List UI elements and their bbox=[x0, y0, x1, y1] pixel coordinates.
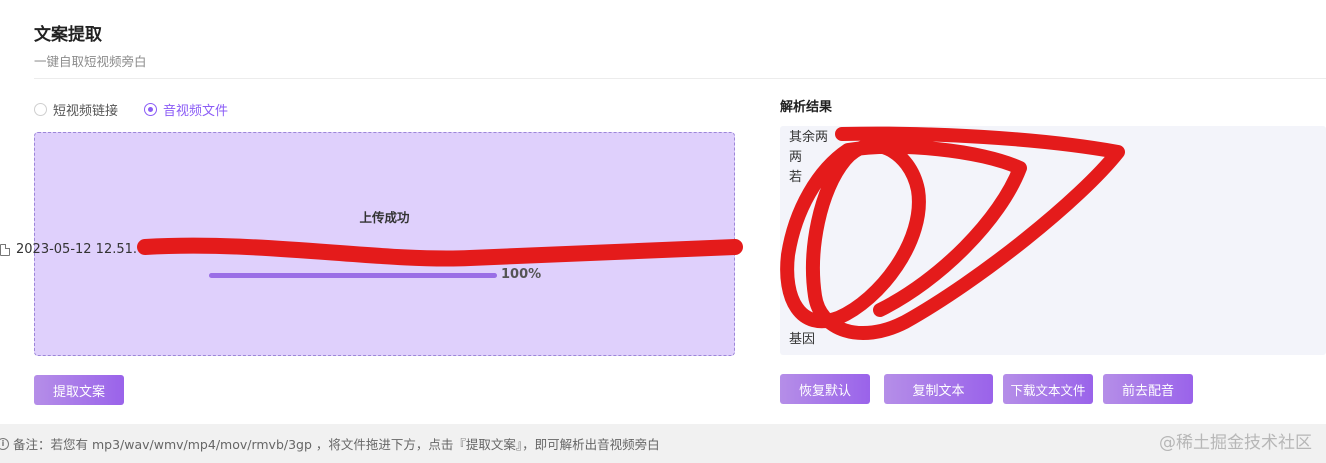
uploaded-file-row: 2023-05-12 12.51.0 bbox=[0, 242, 145, 257]
radio-label: 短视频链接 bbox=[53, 104, 119, 119]
radio-circle-checked-icon[interactable] bbox=[144, 103, 158, 116]
page-header: 文案提取 一键自取短视频旁白 bbox=[34, 20, 147, 70]
upload-status: 上传成功 bbox=[359, 210, 410, 225]
download-text-button[interactable]: 下载文本文件 bbox=[1003, 374, 1093, 404]
radio-media-file[interactable]: 音视频文件 bbox=[144, 100, 228, 119]
upload-progress-bar bbox=[209, 273, 497, 278]
result-textarea[interactable]: 其余两两若 基因 bbox=[780, 126, 1326, 355]
upload-progress-text: 100% bbox=[501, 267, 542, 282]
result-line: 其余两 bbox=[789, 130, 829, 145]
upload-progress-fill bbox=[209, 273, 497, 278]
footer-note: 备注：若您有 mp3/wav/wmv/mp4/mov/rmvb/3gp ，将文件… bbox=[13, 437, 660, 452]
watermark: @稀土掘金技术社区 bbox=[1159, 433, 1312, 453]
go-dubbing-button[interactable]: 前去配音 bbox=[1103, 374, 1193, 404]
result-line: 两 bbox=[789, 150, 803, 166]
result-line bbox=[789, 229, 1317, 249]
result-line bbox=[789, 189, 1317, 209]
copy-text-button[interactable]: 复制文本 bbox=[884, 374, 993, 404]
extract-button[interactable]: 提取文案 bbox=[34, 375, 124, 405]
page-subtitle: 一键自取短视频旁白 bbox=[34, 54, 147, 69]
radio-label: 音视频文件 bbox=[163, 104, 229, 119]
result-line bbox=[789, 310, 1317, 330]
file-icon bbox=[0, 243, 10, 256]
footer-note-bar: i 备注：若您有 mp3/wav/wmv/mp4/mov/rmvb/3gp ，将… bbox=[0, 424, 1326, 463]
result-line: 若 bbox=[789, 170, 803, 186]
radio-short-video-link[interactable]: 短视频链接 bbox=[34, 100, 118, 119]
uploaded-file-name: 2023-05-12 12.51.0 bbox=[16, 242, 146, 257]
result-line bbox=[789, 209, 1317, 229]
page-title: 文案提取 bbox=[34, 25, 102, 45]
result-line bbox=[789, 290, 1317, 310]
result-label: 解析结果 bbox=[780, 100, 833, 115]
reset-button[interactable]: 恢复默认 bbox=[780, 374, 870, 404]
info-icon: i bbox=[0, 437, 9, 450]
result-line bbox=[789, 269, 1317, 289]
result-line bbox=[789, 249, 1317, 269]
result-line: 基因 bbox=[789, 332, 816, 348]
source-type-radio-group: 短视频链接 音视频文件 bbox=[34, 100, 228, 119]
radio-circle-icon[interactable] bbox=[34, 103, 47, 116]
header-divider bbox=[34, 78, 1326, 79]
